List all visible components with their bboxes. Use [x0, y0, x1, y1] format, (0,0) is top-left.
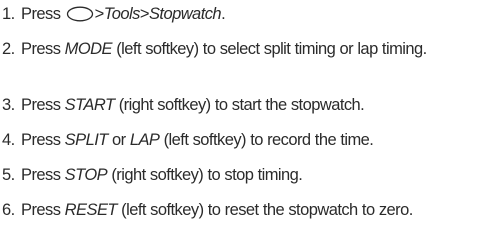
step-text: Press >Tools>Stopwatch.	[21, 5, 226, 23]
step-text: Press RESET (left softkey) to reset the …	[21, 201, 413, 219]
step-5: 5. Press STOP (right softkey) to stop ti…	[0, 165, 478, 186]
step-number: 1.	[2, 5, 15, 23]
step-6: 6. Press RESET (left softkey) to reset t…	[0, 200, 478, 221]
step-text: Press START (right softkey) to start the…	[21, 96, 365, 114]
step-number: 2.	[2, 40, 15, 58]
step-1: 1. Press >Tools>Stopwatch.	[0, 4, 478, 25]
step-number: 6.	[2, 201, 15, 219]
step-number: 4.	[2, 131, 15, 149]
softkey-split: SPLIT	[64, 131, 109, 149]
step-text: Press MODE (left softkey) to select spli…	[21, 40, 427, 58]
menu-item-stopwatch: Stopwatch	[148, 5, 222, 23]
softkey-lap: LAP	[129, 131, 160, 149]
softkey-mode: MODE	[64, 40, 113, 58]
step-number: 3.	[2, 96, 15, 114]
step-text: Press STOP (right softkey) to stop timin…	[21, 166, 303, 184]
step-4: 4. Press SPLIT or LAP (left softkey) to …	[0, 130, 478, 151]
step-number: 5.	[2, 166, 15, 184]
step-3: 3. Press START (right softkey) to start …	[0, 95, 478, 116]
step-text: Press SPLIT or LAP (left softkey) to rec…	[21, 131, 374, 149]
softkey-stop: STOP	[64, 166, 108, 184]
softkey-reset: RESET	[64, 201, 118, 219]
menu-key-oval-icon	[66, 6, 94, 22]
menu-item-tools: Tools	[103, 5, 141, 23]
step-2: 2. Press MODE (left softkey) to select s…	[0, 39, 478, 60]
softkey-start: START	[64, 96, 115, 114]
